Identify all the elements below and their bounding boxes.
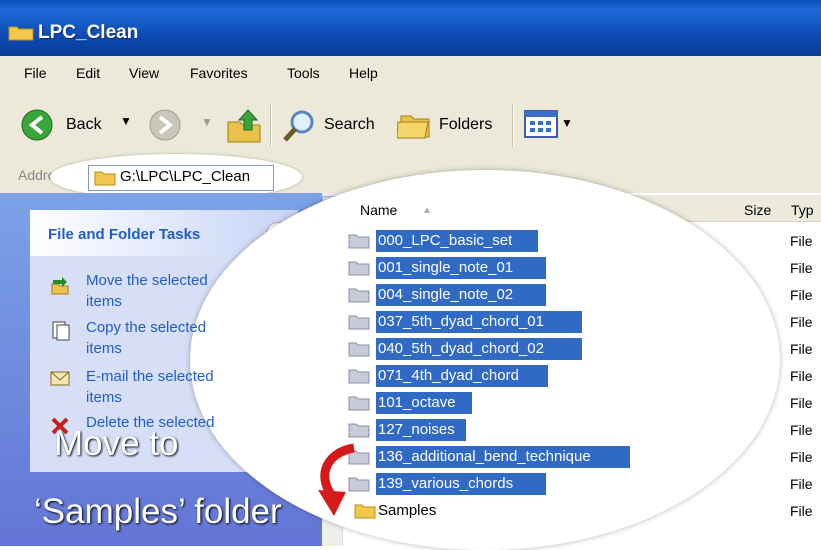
column-name[interactable]: Name bbox=[360, 202, 397, 218]
task-label: items bbox=[86, 389, 122, 406]
menu-file[interactable]: File bbox=[24, 65, 47, 81]
folder-icon bbox=[8, 26, 34, 41]
toolbar-separator bbox=[512, 104, 514, 146]
search-label: Search bbox=[324, 116, 375, 133]
list-item[interactable]: 001_single_note_01 bbox=[348, 256, 768, 280]
red-curved-arrow-icon bbox=[318, 443, 355, 516]
task-email[interactable]: E-mail the selected items bbox=[50, 366, 250, 410]
folder-name: 040_5th_dyad_chord_02 bbox=[378, 340, 544, 357]
file-type: File bbox=[790, 233, 813, 249]
caption-line-2: ‘Samples’ folder bbox=[34, 492, 282, 531]
window-title: LPC_Clean bbox=[38, 22, 139, 43]
views-button[interactable]: ▼ bbox=[524, 108, 578, 142]
menu-tools[interactable]: Tools bbox=[287, 65, 320, 81]
up-folder-icon[interactable] bbox=[226, 106, 262, 144]
menu-bar: File Edit View Favorites Tools Help bbox=[0, 56, 821, 91]
folder-icon bbox=[94, 171, 116, 186]
folder-icon bbox=[348, 288, 370, 303]
folders-button[interactable]: Folders bbox=[397, 106, 503, 144]
search-icon bbox=[283, 110, 314, 142]
folder-name: Samples bbox=[378, 502, 437, 519]
address-value[interactable]: G:\LPC\LPC_Clean bbox=[120, 168, 250, 185]
file-type: File bbox=[790, 341, 813, 357]
folder-icon bbox=[348, 261, 370, 276]
folder-icon bbox=[348, 396, 370, 411]
list-item[interactable]: 004_single_note_02 bbox=[348, 283, 768, 307]
folder-icon bbox=[348, 423, 370, 438]
list-item[interactable]: 127_noises bbox=[348, 418, 768, 442]
forward-dropdown-icon[interactable]: ▼ bbox=[201, 115, 213, 129]
folder-name: 001_single_note_01 bbox=[378, 259, 514, 276]
folder-icon bbox=[348, 342, 370, 357]
search-button[interactable]: Search bbox=[282, 106, 384, 144]
menu-favorites[interactable]: Favorites bbox=[190, 65, 248, 81]
list-item[interactable]: 139_various_chords bbox=[348, 472, 768, 496]
file-type: File bbox=[790, 368, 813, 384]
list-item[interactable]: Samples bbox=[348, 499, 768, 523]
task-copy[interactable]: Copy the selected items bbox=[50, 317, 250, 361]
folder-name: 136_additional_bend_technique bbox=[378, 448, 591, 465]
task-label: items bbox=[86, 293, 122, 310]
views-icon bbox=[524, 110, 558, 138]
file-type: File bbox=[790, 287, 813, 303]
list-item[interactable]: 037_5th_dyad_chord_01 bbox=[348, 310, 768, 334]
file-type: File bbox=[790, 260, 813, 276]
file-type: File bbox=[790, 449, 813, 465]
move-icon bbox=[51, 277, 69, 295]
folder-name: 071_4th_dyad_chord bbox=[378, 367, 519, 384]
list-item[interactable]: 101_octave bbox=[348, 391, 768, 415]
file-type: File bbox=[790, 503, 813, 519]
toolbar-separator bbox=[270, 104, 272, 146]
task-move[interactable]: Move the selected items bbox=[50, 270, 250, 314]
folders-icon bbox=[397, 115, 430, 139]
folder-icon bbox=[348, 315, 370, 330]
list-item[interactable]: 040_5th_dyad_chord_02 bbox=[348, 337, 768, 361]
task-panel-title[interactable]: File and Folder Tasks bbox=[48, 226, 200, 243]
menu-view[interactable]: View bbox=[129, 65, 159, 81]
folder-icon bbox=[348, 234, 370, 249]
back-button[interactable]: Back ▼ bbox=[14, 106, 164, 144]
folder-name: 000_LPC_basic_set bbox=[378, 232, 513, 249]
column-type[interactable]: Typ bbox=[791, 202, 814, 218]
task-label: items bbox=[86, 340, 122, 357]
task-label: Copy the selected bbox=[86, 319, 207, 336]
copy-icon bbox=[52, 321, 70, 341]
email-icon bbox=[50, 371, 70, 386]
file-type: File bbox=[790, 422, 813, 438]
folder-icon bbox=[348, 369, 370, 384]
folders-label: Folders bbox=[439, 116, 493, 133]
list-item[interactable]: 000_LPC_basic_set bbox=[348, 229, 768, 253]
file-type: File bbox=[790, 314, 813, 330]
forward-arrow-icon[interactable] bbox=[148, 108, 182, 142]
column-size[interactable]: Size bbox=[744, 202, 771, 218]
list-item[interactable]: 071_4th_dyad_chord bbox=[348, 364, 768, 388]
list-item[interactable]: 136_additional_bend_technique bbox=[348, 445, 768, 469]
file-type: File bbox=[790, 476, 813, 492]
menu-edit[interactable]: Edit bbox=[76, 65, 100, 81]
task-label: Move the selected bbox=[86, 272, 208, 289]
menu-help[interactable]: Help bbox=[349, 65, 378, 81]
views-dropdown-icon: ▼ bbox=[561, 116, 573, 130]
toolbar: Back ▼ ▼ Search Folders ▼ bbox=[0, 90, 821, 162]
folder-name: 139_various_chords bbox=[378, 475, 514, 492]
back-arrow-icon bbox=[21, 109, 53, 141]
sort-ascending-icon: ▲ bbox=[422, 205, 432, 216]
folder-name: 004_single_note_02 bbox=[378, 286, 514, 303]
folder-name: 037_5th_dyad_chord_01 bbox=[378, 313, 544, 330]
folder-name: 127_noises bbox=[378, 421, 455, 438]
back-label: Back bbox=[66, 116, 102, 133]
task-label: E-mail the selected bbox=[86, 368, 214, 385]
file-type: File bbox=[790, 395, 813, 411]
folder-name: 101_octave bbox=[378, 394, 456, 411]
back-dropdown-icon[interactable]: ▼ bbox=[120, 114, 132, 128]
caption-line-1: Move to bbox=[54, 424, 179, 463]
